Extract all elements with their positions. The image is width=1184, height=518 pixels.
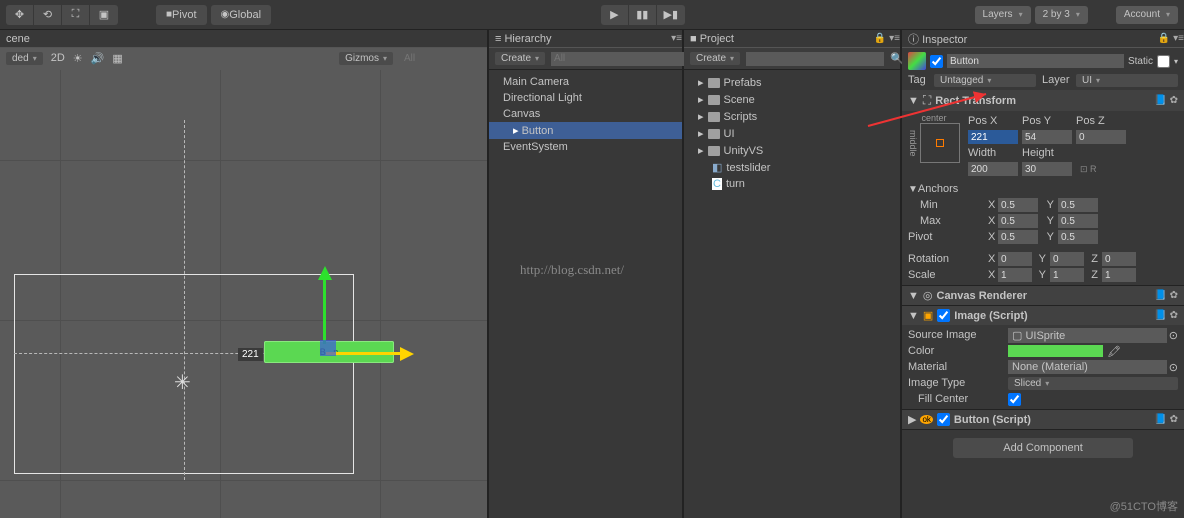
mode-2d[interactable]: 2D bbox=[51, 52, 65, 64]
transform-tools: ✥ ⟲ ⛶ ▣ bbox=[6, 5, 118, 25]
global-toggle[interactable]: ◉ Global bbox=[211, 5, 272, 25]
folder-scripts[interactable]: ▸Scripts bbox=[684, 108, 900, 125]
posz-field[interactable] bbox=[1076, 130, 1126, 144]
account-dropdown[interactable]: Account bbox=[1116, 6, 1178, 24]
tag-dropdown[interactable]: Untagged bbox=[934, 74, 1036, 87]
inspector-panel: ⓘ Inspector🔒 ▾≡ Static ▾ Tag Untagged La… bbox=[902, 30, 1184, 518]
project-tab[interactable]: ■ Project bbox=[690, 33, 734, 45]
folder-prefabs[interactable]: ▸Prefabs bbox=[684, 74, 900, 91]
source-image-field[interactable]: ▢ UISprite bbox=[1008, 328, 1167, 343]
object-name-field[interactable] bbox=[947, 54, 1124, 68]
pause-button[interactable]: ▮▮ bbox=[629, 5, 657, 25]
play-controls: ▶ ▮▮ ▶▮ bbox=[601, 5, 685, 25]
image-type-dropdown[interactable]: Sliced bbox=[1008, 377, 1178, 390]
active-checkbox[interactable] bbox=[930, 55, 943, 68]
folder-unityvs[interactable]: ▸UnityVS bbox=[684, 142, 900, 159]
layers-dropdown[interactable]: Layers bbox=[975, 6, 1031, 24]
rot-y[interactable] bbox=[1050, 252, 1084, 266]
scale-z[interactable] bbox=[1102, 268, 1136, 282]
hierarchy-create[interactable]: Create bbox=[495, 52, 545, 65]
color-field[interactable] bbox=[1008, 345, 1103, 357]
fx-icon[interactable]: ▦ bbox=[112, 52, 122, 65]
anchor-min-y[interactable] bbox=[1058, 198, 1098, 212]
shaded-dropdown[interactable]: ded bbox=[6, 52, 43, 65]
project-tree: ▸Prefabs ▸Scene ▸Scripts ▸UI ▸UnityVS ◧t… bbox=[684, 70, 900, 196]
posy-field[interactable] bbox=[1022, 130, 1072, 144]
button-script-header[interactable]: ▶ ok Button (Script)📘 ✿ bbox=[902, 410, 1184, 429]
play-button[interactable]: ▶ bbox=[601, 5, 629, 25]
hierarchy-item-eventsystem[interactable]: EventSystem bbox=[489, 139, 682, 155]
scene-tab[interactable]: cene bbox=[0, 30, 487, 48]
anchor-min-x[interactable] bbox=[998, 198, 1038, 212]
hand-tool[interactable]: ✥ bbox=[6, 5, 34, 25]
project-panel: ■ Project🔒 ▾≡ Create 🔍 ★ ▸Prefabs ▸Scene… bbox=[684, 30, 902, 518]
pivot-y[interactable] bbox=[1058, 230, 1098, 244]
light-icon[interactable]: ☀ bbox=[73, 52, 83, 65]
watermark-url: http://blog.csdn.net/ bbox=[520, 262, 624, 278]
pivot-x[interactable] bbox=[998, 230, 1038, 244]
folder-ui[interactable]: ▸UI bbox=[684, 125, 900, 142]
rot-x[interactable] bbox=[998, 252, 1032, 266]
gameobject-icon bbox=[908, 52, 926, 70]
hierarchy-item-canvas[interactable]: Canvas bbox=[489, 106, 682, 122]
hierarchy-item-light[interactable]: Directional Light bbox=[489, 90, 682, 106]
project-create[interactable]: Create bbox=[690, 52, 740, 65]
main-toolbar: ✥ ⟲ ⛶ ▣ ■ Pivot ◉ Global ▶ ▮▮ ▶▮ Layers … bbox=[0, 0, 1184, 30]
x-axis-arrow bbox=[326, 352, 402, 355]
hierarchy-tab[interactable]: ≡ Hierarchy bbox=[495, 33, 552, 45]
translate-center[interactable] bbox=[320, 340, 336, 356]
scale-y[interactable] bbox=[1050, 268, 1084, 282]
scene-viewport[interactable]: B...n 221 ✳ bbox=[0, 70, 487, 518]
scale-x[interactable] bbox=[998, 268, 1032, 282]
distance-label: 221 bbox=[238, 348, 263, 361]
anchor-preset[interactable] bbox=[920, 123, 960, 163]
add-component-button[interactable]: Add Component bbox=[953, 438, 1133, 458]
hierarchy-tree: Main Camera Directional Light Canvas ▸ B… bbox=[489, 70, 682, 159]
asset-testslider[interactable]: ◧testslider bbox=[684, 159, 900, 176]
scene-panel: cene ded 2D ☀ 🔊 ▦ Gizmos B...n bbox=[0, 30, 489, 518]
project-search[interactable] bbox=[746, 52, 884, 66]
guide-vertical bbox=[184, 120, 185, 480]
anchor-max-x[interactable] bbox=[998, 214, 1038, 228]
static-label: Static bbox=[1128, 56, 1153, 67]
layout-dropdown[interactable]: 2 by 3 bbox=[1035, 6, 1088, 24]
fill-center-checkbox[interactable] bbox=[1008, 393, 1021, 406]
scene-search[interactable] bbox=[401, 51, 481, 65]
posx-field[interactable] bbox=[968, 130, 1018, 144]
y-axis-arrowhead bbox=[318, 266, 332, 280]
inspector-tab[interactable]: ⓘ Inspector bbox=[908, 31, 967, 47]
move-tool[interactable]: ⟲ bbox=[34, 5, 62, 25]
anchor-max-y[interactable] bbox=[1058, 214, 1098, 228]
asset-turn[interactable]: Cturn bbox=[684, 176, 900, 192]
canvas-renderer-header[interactable]: ▼ ◎ Canvas Renderer📘 ✿ bbox=[902, 286, 1184, 305]
rect-transform-header[interactable]: ▼ ⛶ Rect Transform📘 ✿ bbox=[902, 90, 1184, 111]
layer-dropdown[interactable]: UI bbox=[1076, 74, 1178, 87]
audio-icon[interactable]: 🔊 bbox=[91, 52, 105, 65]
height-field[interactable] bbox=[1022, 162, 1072, 176]
hierarchy-item-button[interactable]: ▸ Button bbox=[489, 122, 682, 139]
material-field[interactable]: None (Material) bbox=[1008, 360, 1167, 374]
image-component-header[interactable]: ▼ ▣ Image (Script)📘 ✿ bbox=[902, 306, 1184, 325]
hierarchy-search[interactable] bbox=[551, 52, 689, 66]
width-field[interactable] bbox=[968, 162, 1018, 176]
static-checkbox[interactable] bbox=[1157, 55, 1170, 68]
y-axis-arrow bbox=[323, 276, 326, 344]
scale-tool[interactable]: ▣ bbox=[90, 5, 118, 25]
step-button[interactable]: ▶▮ bbox=[657, 5, 685, 25]
folder-scene[interactable]: ▸Scene bbox=[684, 91, 900, 108]
watermark-corner: @51CTO博客 bbox=[1110, 498, 1178, 514]
hierarchy-item-camera[interactable]: Main Camera bbox=[489, 74, 682, 90]
pivot-toggle[interactable]: ■ Pivot bbox=[156, 5, 207, 25]
pivot-icon: ✳ bbox=[174, 370, 191, 395]
gizmos-dropdown[interactable]: Gizmos bbox=[339, 52, 393, 65]
rot-z[interactable] bbox=[1102, 252, 1136, 266]
x-axis-arrowhead bbox=[400, 347, 414, 361]
rotate-tool[interactable]: ⛶ bbox=[62, 5, 90, 25]
